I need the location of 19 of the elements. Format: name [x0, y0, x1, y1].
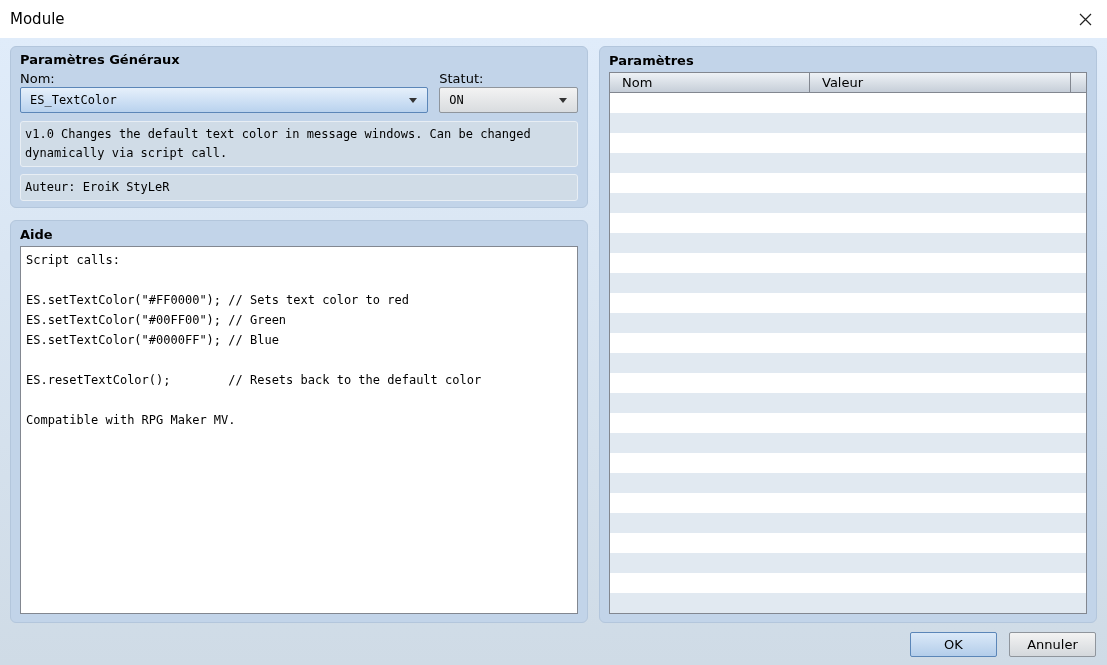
panel-title: Aide: [20, 226, 54, 244]
name-dropdown[interactable]: ES_TextColor: [20, 87, 429, 113]
field-label: Nom:: [20, 70, 56, 87]
dialog-button[interactable]: Annuler: [1009, 632, 1096, 657]
window-title: Module: [10, 8, 65, 30]
dialog-button[interactable]: OK: [910, 632, 997, 657]
description-box: v1.0 Changes the default text color in message windows. Can be changed dynamically via script call.: [20, 121, 578, 167]
status-dropdown[interactable]: ON: [439, 87, 578, 113]
panel-title: Paramètres: [609, 52, 695, 70]
help-text[interactable]: Script calls: ES.setTextColor("#FF0000"); // Sets text color to red ES.setTextColor("#00FF00"); // Green ES.setTextColor("#0000FF"); // Blue ES.resetTextColor(); // Resets back to the default color Compatible with RPG Maker MV.: [20, 246, 578, 614]
close-button[interactable]: [1077, 11, 1093, 27]
dropdown-caret-icon: [409, 97, 418, 103]
dropdown-caret-icon: [559, 97, 567, 103]
field-label: Statut:: [439, 70, 485, 87]
close-icon: [1078, 12, 1092, 26]
panel-title: Paramètres Généraux: [20, 51, 181, 69]
author-box: Auteur: EroiK StyLeR: [20, 174, 578, 201]
column-header[interactable]: Valeur: [810, 73, 1071, 92]
column-header[interactable]: Nom: [610, 73, 810, 92]
